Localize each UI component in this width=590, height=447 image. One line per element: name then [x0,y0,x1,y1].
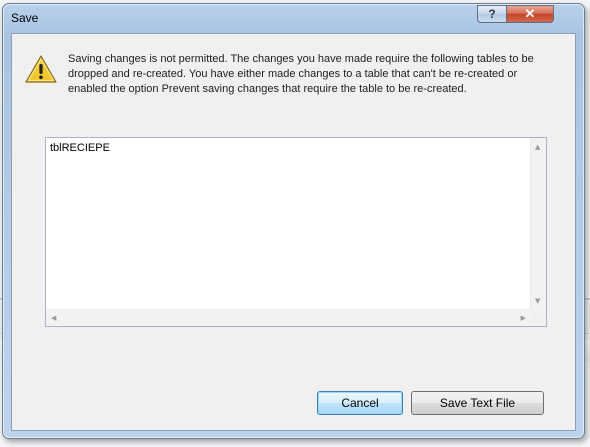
close-button[interactable]: ✕ [506,5,554,23]
title-bar[interactable]: Save ? ✕ [3,4,584,32]
save-text-file-button[interactable]: Save Text File [411,391,544,415]
help-icon: ? [488,7,496,21]
scroll-down-icon[interactable]: ▼ [535,297,540,305]
scrollbar-corner [531,310,546,326]
scroll-left-icon[interactable]: ◀ [51,314,56,322]
scroll-up-icon[interactable]: ▲ [535,143,540,151]
save-dialog: Save ? ✕ Saving changes is not permitted… [2,3,585,439]
dialog-body: Saving changes is not permitted. The cha… [11,33,576,431]
warning-message: Saving changes is not permitted. The cha… [68,53,534,95]
scroll-right-icon[interactable]: ▶ [521,314,526,322]
help-button[interactable]: ? [477,5,507,23]
horizontal-scrollbar[interactable]: ◀ ▶ [46,309,531,326]
dialog-title: Save [11,11,39,25]
close-icon: ✕ [524,6,536,21]
cancel-button[interactable]: Cancel [317,391,403,415]
warning-icon [25,55,57,83]
list-item[interactable]: tblRECIEPE [50,142,110,154]
vertical-scrollbar[interactable]: ▲ ▼ [530,138,546,310]
tables-listbox[interactable]: tblRECIEPE ▲ ▼ ◀ ▶ [45,137,547,327]
